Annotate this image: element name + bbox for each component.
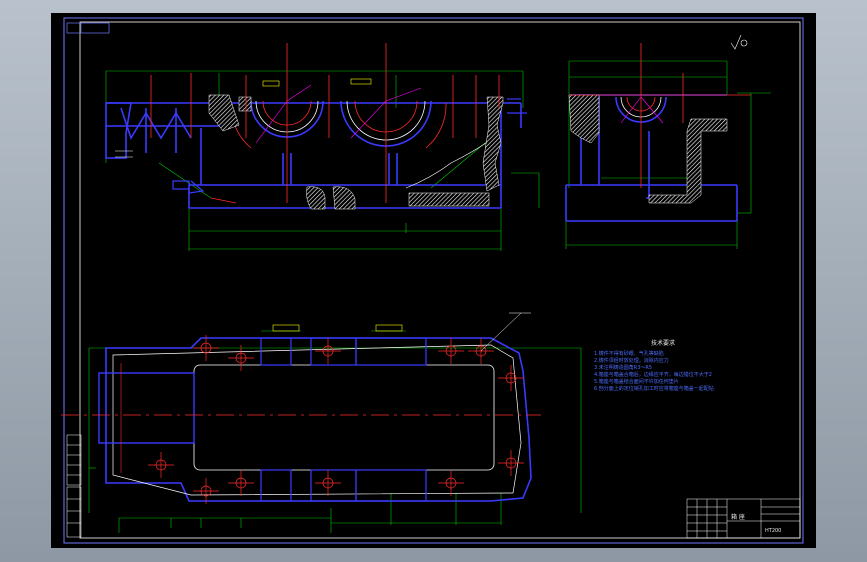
left-revision-strip (66, 434, 82, 538)
notes-title: 技术要求 (651, 340, 676, 347)
note-line-6: 6.剖分面上的定位销孔加工时应将箱座与箱盖一起配钻 (594, 386, 714, 392)
side-view (565, 43, 771, 249)
plan-view (61, 312, 582, 533)
note-line-4: 4.箱座与箱盖合箱后，边缘应平齐，每边错位不大于2 (594, 372, 712, 378)
inner-frame (79, 21, 801, 539)
roughness-symbol (730, 34, 748, 50)
front-view (105, 43, 540, 251)
part-name: 箱 座 (731, 514, 745, 521)
drawing-svg (61, 17, 804, 544)
note-line-2: 2.铸件须经时效处理，消除内应力 (594, 358, 669, 364)
material: HT200 (765, 528, 782, 534)
corner-label-box (66, 22, 110, 34)
drawing-canvas: 技术要求 1.铸件不得有砂眼、气孔等缺陷 2.铸件须经时效处理，消除内应力 3.… (51, 13, 816, 548)
note-line-3: 3.未注明铸造圆角R3～R5 (594, 365, 653, 371)
note-line-1: 1.铸件不得有砂眼、气孔等缺陷 (594, 351, 664, 357)
note-line-5: 5.箱座与箱盖结合面间不许加任何垫片 (594, 379, 679, 385)
outer-frame (63, 17, 804, 544)
